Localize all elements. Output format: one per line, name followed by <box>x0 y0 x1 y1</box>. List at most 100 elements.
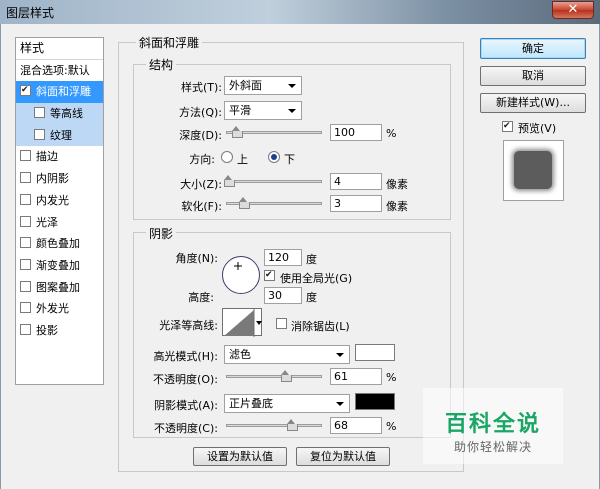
gloss-contour-picker[interactable] <box>222 308 262 337</box>
style-label: 样式(T): <box>180 81 222 94</box>
shadow-opacity-unit: % <box>386 420 397 433</box>
watermark: 百科全说 助你轻松解决 <box>423 388 563 464</box>
angle-unit: 度 <box>306 253 317 266</box>
style-item-outer-glow[interactable]: 外发光 <box>16 298 103 320</box>
style-item-pattern-overlay[interactable]: 图案叠加 <box>16 277 103 299</box>
gloss-contour-label: 光泽等高线: <box>159 319 218 332</box>
direction-up-radio[interactable] <box>221 151 233 163</box>
shading-group-title: 阴影 <box>146 225 177 242</box>
angle-crosshair-icon <box>234 262 242 270</box>
anti-aliased-label[interactable]: 消除锯齿(L) <box>291 318 350 334</box>
direction-up-label[interactable]: 上 <box>237 151 248 167</box>
anti-aliased-checkbox[interactable] <box>276 318 287 329</box>
cancel-button[interactable]: 取消 <box>480 66 586 86</box>
global-light-checkbox[interactable] <box>264 270 275 281</box>
style-item-label: 描边 <box>36 150 58 164</box>
style-item-label: 斜面和浮雕 <box>36 85 91 99</box>
shadow-mode-select[interactable]: 正片叠底 <box>224 394 350 413</box>
altitude-unit: 度 <box>306 291 317 304</box>
pattern-overlay-checkbox[interactable] <box>20 280 31 292</box>
inner-shadow-checkbox[interactable] <box>20 172 31 184</box>
window-title: 图层样式 <box>6 6 55 20</box>
altitude-input[interactable]: 30 <box>264 287 302 304</box>
direction-down-radio[interactable] <box>268 151 280 163</box>
style-preview <box>503 140 564 201</box>
soften-input[interactable]: 3 <box>330 195 382 212</box>
style-item-texture[interactable]: 纹理 <box>16 124 103 147</box>
highlight-mode-select[interactable]: 滤色 <box>224 345 350 364</box>
reset-default-button[interactable]: 复位为默认值 <box>296 447 390 466</box>
slider-thumb[interactable] <box>287 419 299 431</box>
style-item-drop-shadow[interactable]: 投影 <box>16 320 103 342</box>
soften-slider[interactable] <box>226 197 322 209</box>
color-overlay-checkbox[interactable] <box>20 237 31 249</box>
make-default-button[interactable]: 设置为默认值 <box>193 447 287 466</box>
highlight-color-swatch[interactable] <box>355 344 395 361</box>
inner-glow-checkbox[interactable] <box>20 193 31 205</box>
satin-checkbox[interactable] <box>20 215 31 227</box>
stroke-checkbox[interactable] <box>20 150 31 162</box>
angle-input[interactable]: 120 <box>264 249 302 266</box>
style-item-satin[interactable]: 光泽 <box>16 212 103 234</box>
contour-preview-icon <box>224 309 262 337</box>
size-slider[interactable] <box>223 175 322 187</box>
style-item-gradient-overlay[interactable]: 渐变叠加 <box>16 255 103 277</box>
style-item-label: 图案叠加 <box>36 280 80 294</box>
style-item-contour[interactable]: 等高线 <box>16 103 103 125</box>
slider-thumb[interactable] <box>223 175 235 187</box>
blend-options-item[interactable]: 混合选项:默认 <box>16 60 103 82</box>
slider-track <box>226 375 322 378</box>
style-item-label: 内阴影 <box>36 172 69 186</box>
style-list-header[interactable]: 样式 <box>16 38 103 60</box>
watermark-subtitle: 助你轻松解决 <box>453 440 532 454</box>
slider-track <box>226 180 322 183</box>
highlight-mode-label: 高光模式(H): <box>153 350 218 363</box>
style-item-label: 颜色叠加 <box>36 237 80 251</box>
direction-down-label[interactable]: 下 <box>284 151 295 167</box>
contour-checkbox[interactable] <box>34 107 45 119</box>
technique-select[interactable]: 平滑 <box>224 101 302 120</box>
depth-input[interactable]: 100 <box>330 124 382 141</box>
close-icon: ✕ <box>567 2 579 17</box>
slider-thumb[interactable] <box>239 197 251 209</box>
style-item-label: 纹理 <box>50 128 72 142</box>
ok-button[interactable]: 确定 <box>480 38 586 59</box>
angle-dial[interactable] <box>222 256 260 294</box>
highlight-opacity-slider[interactable] <box>226 370 322 382</box>
shadow-opacity-slider[interactable] <box>226 419 322 431</box>
texture-checkbox[interactable] <box>34 128 45 140</box>
preview-label[interactable]: 预览(V) <box>518 120 556 136</box>
style-item-color-overlay[interactable]: 颜色叠加 <box>16 233 103 255</box>
preview-checkbox[interactable] <box>502 121 513 132</box>
style-item-label: 渐变叠加 <box>36 258 80 272</box>
shadow-opacity-input[interactable]: 68 <box>330 417 382 434</box>
highlight-opacity-unit: % <box>386 371 397 384</box>
slider-thumb[interactable] <box>280 370 292 382</box>
highlight-opacity-input[interactable]: 61 <box>330 368 382 385</box>
angle-label: 角度(N): <box>175 252 218 265</box>
style-item-label: 外发光 <box>36 302 69 316</box>
bevel-checkbox[interactable] <box>20 85 31 97</box>
structure-group-title: 结构 <box>146 56 177 73</box>
slider-thumb[interactable] <box>231 126 243 138</box>
size-unit: 像素 <box>386 178 408 191</box>
close-button[interactable]: ✕ <box>552 1 594 19</box>
style-item-inner-shadow[interactable]: 内阴影 <box>16 168 103 190</box>
style-item-inner-glow[interactable]: 内发光 <box>16 190 103 212</box>
style-item-label: 内发光 <box>36 193 69 207</box>
size-input[interactable]: 4 <box>330 173 382 190</box>
outer-glow-checkbox[interactable] <box>20 302 31 314</box>
style-select[interactable]: 外斜面 <box>224 76 302 95</box>
gradient-overlay-checkbox[interactable] <box>20 258 31 270</box>
style-item-stroke[interactable]: 描边 <box>16 146 103 168</box>
depth-label: 深度(D): <box>179 129 222 142</box>
shadow-color-swatch[interactable] <box>355 393 395 410</box>
global-light-label[interactable]: 使用全局光(G) <box>280 270 352 286</box>
direction-label: 方向: <box>189 153 215 166</box>
style-item-bevel[interactable]: 斜面和浮雕 <box>16 81 103 104</box>
shadow-opacity-label: 不透明度(C): <box>154 422 218 435</box>
watermark-title: 百科全说 <box>444 412 541 437</box>
depth-slider[interactable] <box>226 126 322 138</box>
new-style-button[interactable]: 新建样式(W)... <box>480 93 586 113</box>
drop-shadow-checkbox[interactable] <box>20 323 31 335</box>
